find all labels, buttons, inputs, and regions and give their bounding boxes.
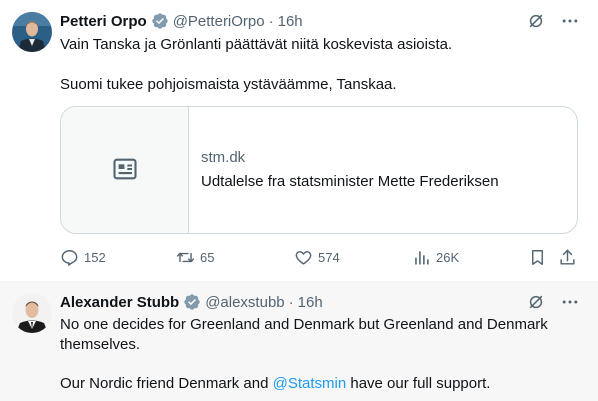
tweet-text-line-3: Our Nordic friend Denmark and @Statsmin … <box>60 374 585 394</box>
tweet-text-line-1: Vain Tanska ja Grönlanti päättävät niitä… <box>60 36 453 53</box>
card-body: stm.dk Udtalelse fra statsminister Mette… <box>189 107 499 233</box>
reply-icon <box>60 248 79 267</box>
repost-count: 65 <box>200 249 215 265</box>
top-icons <box>526 292 580 312</box>
author-handle[interactable]: @alexstubb <box>205 294 284 311</box>
share-button[interactable] <box>558 246 582 268</box>
tweet-text-line-2: themselves. <box>60 336 141 353</box>
views-icon <box>412 248 431 267</box>
like-icon <box>294 248 313 267</box>
card-title: Udtalelse fra statsminister Mette Freder… <box>201 173 499 190</box>
card-domain: stm.dk <box>201 149 246 166</box>
avatar[interactable] <box>12 293 52 333</box>
avatar[interactable] <box>12 12 52 52</box>
more-icon[interactable] <box>560 292 580 312</box>
reply-button[interactable]: 152 <box>60 246 106 268</box>
bookmark-button[interactable] <box>528 246 552 268</box>
more-icon[interactable] <box>560 11 580 31</box>
timestamp[interactable]: 16h <box>298 294 323 311</box>
verified-icon <box>183 293 201 311</box>
bookmark-icon <box>528 248 547 267</box>
tweet-text-line-2: Suomi tukee pohjoismaista ystäväämme, Ta… <box>60 76 397 93</box>
author-handle[interactable]: @PetteriOrpo <box>173 13 265 30</box>
author-name[interactable]: Petteri Orpo <box>60 13 147 30</box>
top-icons <box>526 11 580 31</box>
views-count: 26K <box>436 249 460 265</box>
like-button[interactable]: 574 <box>294 246 340 268</box>
author-name[interactable]: Alexander Stubb <box>60 294 179 311</box>
text-segment: have our full support. <box>346 375 491 392</box>
grok-icon[interactable] <box>526 292 546 312</box>
separator: · <box>268 12 274 30</box>
mention-link[interactable]: @Statsmin <box>273 375 347 392</box>
views-button[interactable]: 26K <box>412 246 459 268</box>
tweet-header: Alexander Stubb @alexstubb · 16h <box>60 292 323 312</box>
like-count: 574 <box>318 249 340 265</box>
separator: · <box>288 293 294 311</box>
tweet-header: Petteri Orpo @PetteriOrpo · 16h <box>60 11 303 31</box>
grok-icon[interactable] <box>526 11 546 31</box>
timestamp[interactable]: 16h <box>278 13 303 30</box>
repost-icon <box>176 248 195 267</box>
action-bar: 152 65 574 26K <box>60 246 580 268</box>
share-icon <box>558 248 577 267</box>
repost-button[interactable]: 65 <box>176 246 214 268</box>
tweet-text-line-1: No one decides for Greenland and Denmark… <box>60 316 548 333</box>
card-thumbnail <box>61 107 189 233</box>
tweet-petteri-orpo[interactable]: Petteri Orpo @PetteriOrpo · 16h Vain Tan… <box>0 0 598 282</box>
verified-icon <box>151 12 169 30</box>
text-segment: Our Nordic friend Denmark and <box>60 375 273 392</box>
article-icon <box>111 155 139 188</box>
link-card[interactable]: stm.dk Udtalelse fra statsminister Mette… <box>60 106 578 234</box>
tweet-alexander-stubb[interactable]: Alexander Stubb @alexstubb · 16h No one … <box>0 282 598 401</box>
reply-count: 152 <box>84 249 106 265</box>
